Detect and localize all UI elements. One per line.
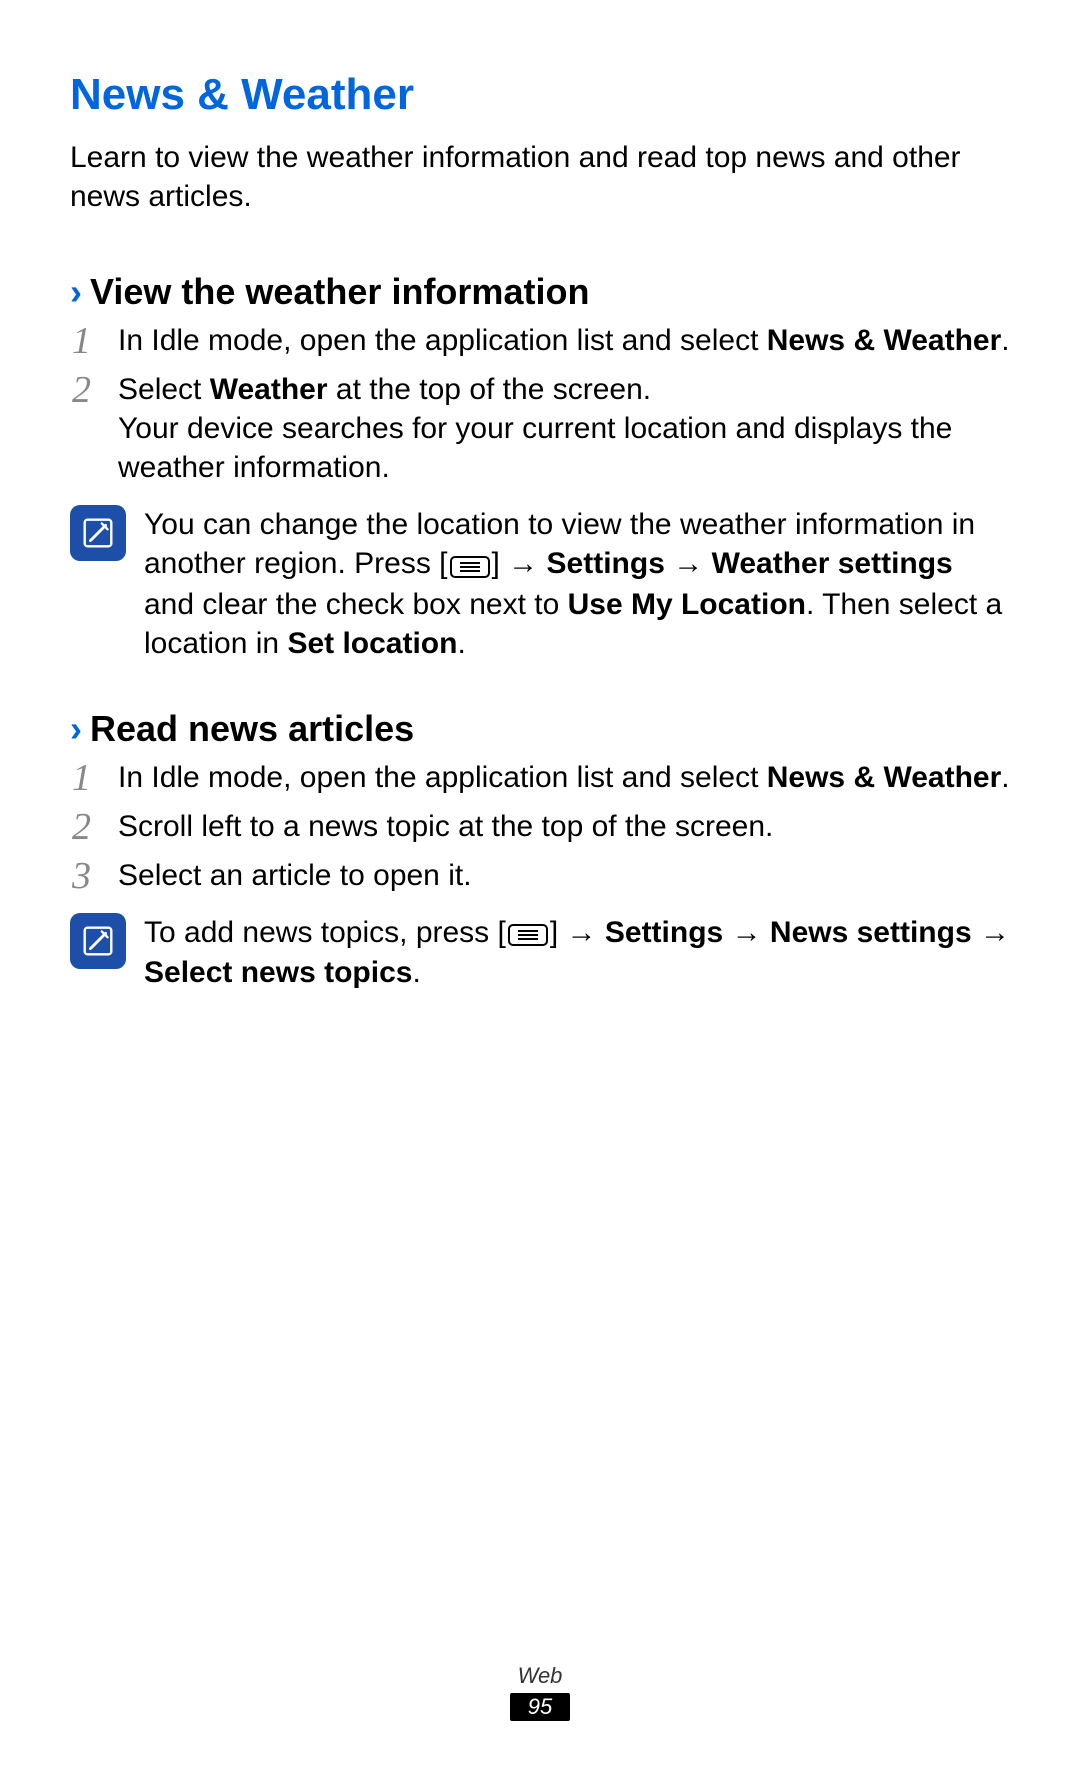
step-text: Select Weather at the top of the screen.… bbox=[118, 370, 1010, 487]
section-2-heading: › Read news articles bbox=[70, 708, 1010, 750]
section-2-step-2: 2 Scroll left to a news topic at the top… bbox=[70, 807, 1010, 846]
step-number: 1 bbox=[72, 321, 104, 360]
text-span: Select bbox=[118, 373, 210, 406]
text-span: . bbox=[412, 956, 420, 989]
text-span: at the top of the screen. bbox=[328, 373, 652, 406]
text-span: → bbox=[665, 547, 712, 580]
page-title: News & Weather bbox=[70, 70, 1010, 120]
bold-text: Settings bbox=[547, 547, 665, 580]
section-2-step-3: 3 Select an article to open it. bbox=[70, 856, 1010, 895]
text-span: . bbox=[457, 627, 465, 660]
text-span: To add news topics, press [ bbox=[144, 916, 506, 949]
intro-paragraph: Learn to view the weather information an… bbox=[70, 138, 1010, 216]
text-span: In Idle mode, open the application list … bbox=[118, 761, 767, 794]
note-text: You can change the location to view the … bbox=[144, 505, 1010, 663]
bold-text: Weather settings bbox=[712, 547, 953, 580]
bold-text: News settings bbox=[770, 916, 972, 949]
text-span: → bbox=[972, 916, 1010, 949]
menu-key-icon bbox=[450, 546, 490, 585]
note-text: To add news topics, press [] → Settings … bbox=[144, 913, 1010, 993]
menu-key-icon bbox=[508, 914, 548, 953]
bold-text: News & Weather bbox=[767, 761, 1002, 794]
bold-text: Use My Location bbox=[568, 588, 806, 621]
text-span: ] → bbox=[492, 547, 547, 580]
note-box-2: To add news topics, press [] → Settings … bbox=[70, 913, 1010, 993]
bold-text: Set location bbox=[287, 627, 457, 660]
text-span: In Idle mode, open the application list … bbox=[118, 324, 767, 357]
bold-text: Weather bbox=[210, 373, 328, 406]
step-text: Scroll left to a news topic at the top o… bbox=[118, 807, 1010, 846]
chevron-icon: › bbox=[70, 271, 82, 313]
step-text: In Idle mode, open the application list … bbox=[118, 321, 1010, 360]
section-2-step-1: 1 In Idle mode, open the application lis… bbox=[70, 758, 1010, 797]
note-icon bbox=[70, 913, 126, 969]
step-number: 3 bbox=[72, 856, 104, 895]
step-text: Select an article to open it. bbox=[118, 856, 1010, 895]
footer-section-name: Web bbox=[0, 1663, 1080, 1689]
text-span: and clear the check box next to bbox=[144, 588, 568, 621]
section-2-title: Read news articles bbox=[90, 708, 414, 750]
page-number: 95 bbox=[510, 1693, 570, 1721]
section-1-step-2: 2 Select Weather at the top of the scree… bbox=[70, 370, 1010, 487]
note-box-1: You can change the location to view the … bbox=[70, 505, 1010, 663]
note-icon bbox=[70, 505, 126, 561]
text-span: Your device searches for your current lo… bbox=[118, 412, 952, 484]
step-number: 1 bbox=[72, 758, 104, 797]
bold-text: News & Weather bbox=[767, 324, 1002, 357]
bold-text: Settings bbox=[605, 916, 723, 949]
step-number: 2 bbox=[72, 370, 104, 487]
section-1-heading: › View the weather information bbox=[70, 271, 1010, 313]
chevron-icon: › bbox=[70, 708, 82, 750]
bold-text: Select news topics bbox=[144, 956, 412, 989]
section-1-step-1: 1 In Idle mode, open the application lis… bbox=[70, 321, 1010, 360]
section-1-title: View the weather information bbox=[90, 271, 589, 313]
page-footer: Web 95 bbox=[0, 1663, 1080, 1721]
step-number: 2 bbox=[72, 807, 104, 846]
step-text: In Idle mode, open the application list … bbox=[118, 758, 1010, 797]
text-span: ] → bbox=[550, 916, 605, 949]
text-span: → bbox=[723, 916, 770, 949]
text-span: . bbox=[1001, 761, 1009, 794]
text-span: . bbox=[1001, 324, 1009, 357]
